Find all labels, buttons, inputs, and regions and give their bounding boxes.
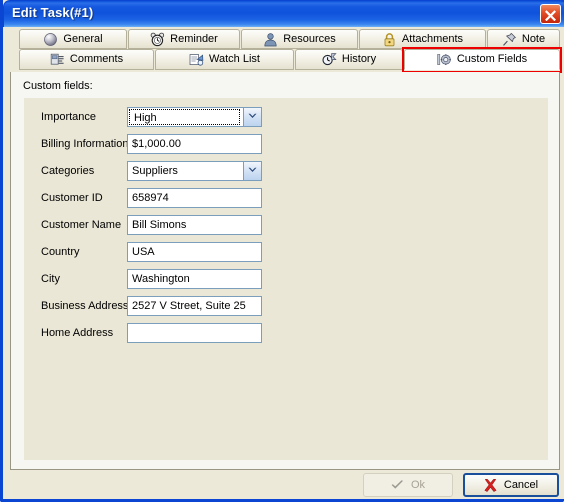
- tab-comments[interactable]: Comments: [19, 49, 154, 70]
- cancel-button[interactable]: Cancel: [463, 473, 559, 497]
- tab-general-label: General: [63, 32, 103, 45]
- field-business-address: Business Address 2527 V Street, Suite 25: [24, 296, 548, 318]
- field-categories-label: Categories: [41, 165, 95, 177]
- tab-reminder-label: Reminder: [170, 32, 218, 45]
- field-country: Country USA: [24, 242, 548, 264]
- field-country-label: Country: [41, 246, 80, 258]
- comments-icon: [50, 52, 65, 67]
- tab-history[interactable]: History: [295, 49, 403, 70]
- importance-combobox[interactable]: High: [127, 107, 262, 127]
- tab-note-label: Note: [521, 32, 546, 45]
- field-customer-id-label: Customer ID: [41, 192, 103, 204]
- tab-general[interactable]: General: [19, 29, 127, 49]
- person-icon: [263, 32, 278, 47]
- field-billing-information-label: Billing Information: [41, 138, 129, 150]
- field-city: City Washington: [24, 269, 548, 291]
- tab-history-label: History: [341, 53, 377, 65]
- gear-icon: [437, 52, 452, 67]
- home-address-input[interactable]: [127, 323, 262, 343]
- tab-watch-list-label: Watch List: [209, 53, 260, 65]
- chevron-down-icon[interactable]: [243, 108, 261, 126]
- field-billing-information: Billing Information $1,000.00: [24, 134, 548, 156]
- tab-note[interactable]: Note: [487, 29, 560, 49]
- country-input[interactable]: USA: [127, 242, 262, 262]
- pushpin-icon: [502, 32, 517, 47]
- field-customer-id: Customer ID 658974: [24, 188, 548, 210]
- dialog-body: General Reminder Resources Attachments N…: [6, 27, 564, 499]
- close-icon[interactable]: [540, 4, 561, 24]
- tab-resources-label: Resources: [283, 32, 336, 45]
- tab-comments-label: Comments: [69, 53, 124, 65]
- billing-information-input[interactable]: $1,000.00: [127, 134, 262, 154]
- field-customer-name: Customer Name Bill Simons: [24, 215, 548, 237]
- business-address-input[interactable]: 2527 V Street, Suite 25: [127, 296, 262, 316]
- padlock-icon: [382, 32, 397, 47]
- cancel-button-label: Cancel: [503, 479, 539, 491]
- window-title: Edit Task(#1): [12, 5, 94, 20]
- tab-custom-fields-label: Custom Fields: [456, 53, 528, 65]
- customer-id-input[interactable]: 658974: [127, 188, 262, 208]
- tab-custom-fields[interactable]: Custom Fields: [404, 49, 560, 70]
- field-home-address-label: Home Address: [41, 327, 114, 339]
- alarm-clock-icon: [150, 32, 165, 47]
- field-categories: Categories Suppliers: [24, 161, 548, 183]
- sphere-icon: [43, 32, 58, 47]
- field-city-label: City: [41, 273, 60, 285]
- field-importance: Importance High: [24, 107, 548, 129]
- ok-button[interactable]: Ok: [363, 473, 453, 497]
- clock-history-icon: [322, 52, 337, 67]
- dialog-footer: Ok Cancel: [6, 471, 564, 499]
- tab-attachments[interactable]: Attachments: [359, 29, 486, 49]
- custom-fields-panel: Custom fields: Importance High Billing I…: [10, 72, 560, 470]
- tab-resources[interactable]: Resources: [241, 29, 358, 49]
- importance-value: High: [129, 109, 240, 125]
- checkmark-icon: [391, 480, 404, 490]
- fields-container: Importance High Billing Information $1,0…: [24, 98, 548, 460]
- tab-strip: General Reminder Resources Attachments N…: [6, 27, 564, 73]
- tab-reminder[interactable]: Reminder: [128, 29, 240, 49]
- watch-list-icon: [189, 52, 204, 67]
- categories-value: Suppliers: [132, 165, 178, 177]
- section-title: Custom fields:: [23, 80, 93, 92]
- tab-attachments-label: Attachments: [401, 32, 464, 45]
- categories-combobox[interactable]: Suppliers: [127, 161, 262, 181]
- city-input[interactable]: Washington: [127, 269, 262, 289]
- edit-task-window: Edit Task(#1) General Reminder Resources…: [0, 0, 564, 502]
- tab-watch-list[interactable]: Watch List: [155, 49, 294, 70]
- ok-button-label: Ok: [410, 479, 426, 491]
- title-bar: Edit Task(#1): [3, 0, 564, 27]
- red-x-icon: [484, 478, 497, 492]
- field-importance-label: Importance: [41, 111, 97, 123]
- field-business-address-label: Business Address: [41, 300, 129, 312]
- chevron-down-icon[interactable]: [243, 162, 261, 180]
- field-home-address: Home Address: [24, 323, 548, 345]
- field-customer-name-label: Customer Name: [41, 219, 122, 231]
- customer-name-input[interactable]: Bill Simons: [127, 215, 262, 235]
